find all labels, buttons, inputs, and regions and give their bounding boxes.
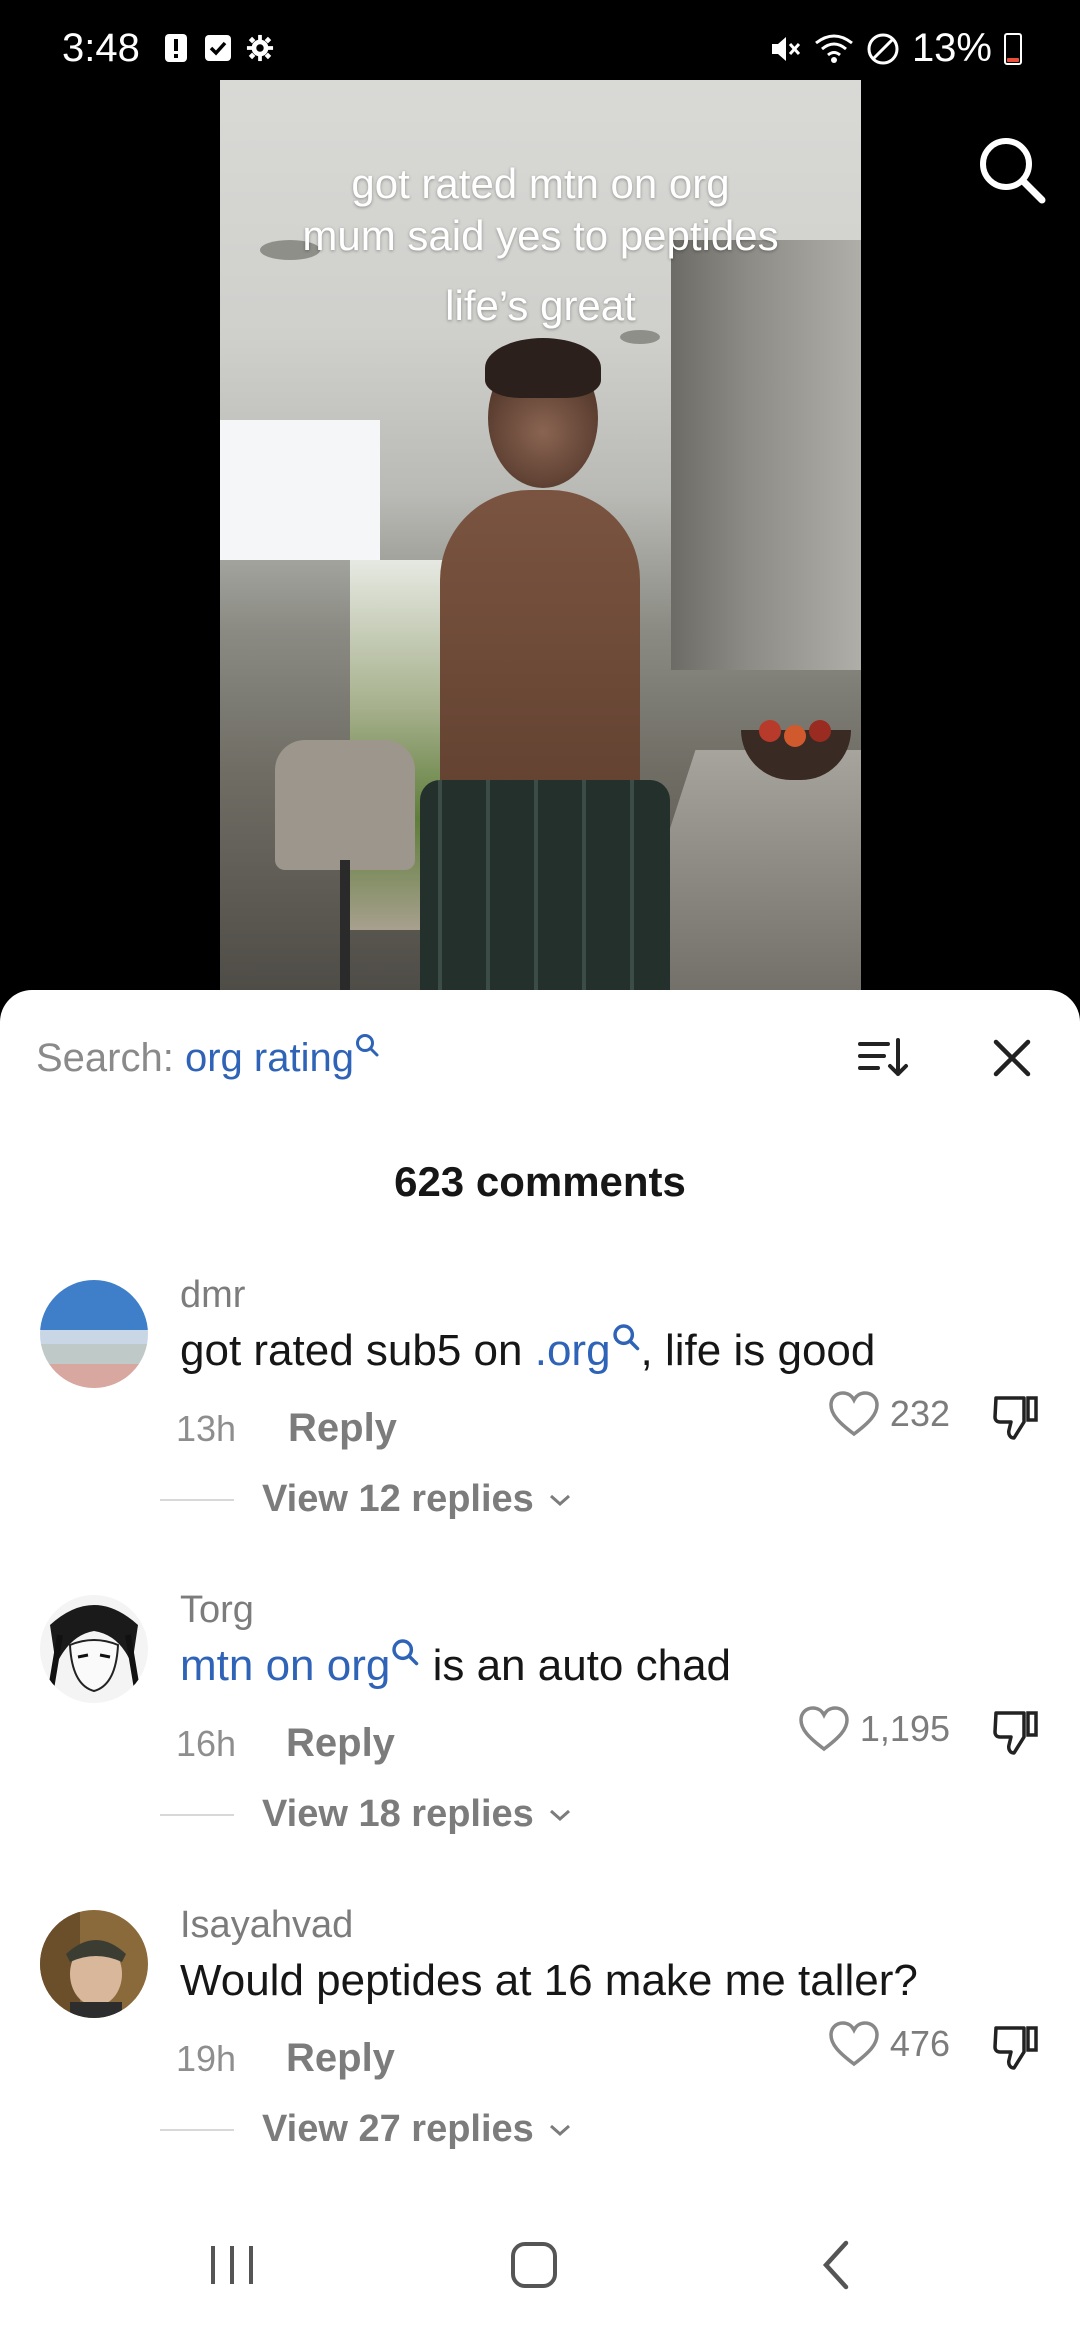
reply-button[interactable]: Reply <box>288 1406 397 1451</box>
chair <box>275 740 415 870</box>
comment-text-after: is an auto chad <box>420 1641 732 1690</box>
dislike-icon <box>993 1711 1038 1755</box>
like-button[interactable]: 476 <box>828 2020 950 2068</box>
chevron-down-icon <box>549 2124 570 2136</box>
status-right: 13% <box>768 26 1022 71</box>
comments-header: Search: org rating <box>36 1028 1044 1088</box>
avatar[interactable] <box>40 1280 148 1388</box>
status-left-icons <box>162 32 274 64</box>
view-replies-button[interactable]: View 12 replies <box>160 1478 572 1521</box>
comments-sheet: Search: org rating 623 comments dmr got … <box>0 990 1080 2340</box>
fruit <box>809 720 831 742</box>
view-replies-label: View 12 replies <box>262 1478 534 1520</box>
dislike-button[interactable] <box>990 1392 1042 1444</box>
comment-time: 13h <box>176 1408 237 1449</box>
settings-gear-icon <box>246 32 274 64</box>
view-replies-label: View 27 replies <box>262 2108 534 2150</box>
replies-divider <box>160 1498 234 1501</box>
chevron-down-icon <box>549 1494 570 1506</box>
back-icon <box>822 2240 849 2290</box>
status-time: 3:48 <box>62 26 140 70</box>
battery-percent: 13% <box>911 26 992 70</box>
comment-count: 623 comments <box>394 1158 686 1205</box>
mute-icon <box>771 36 801 61</box>
comment-text: mtn on org is an auto chad <box>180 1639 732 1691</box>
view-replies-button[interactable]: View 18 replies <box>160 1793 572 1836</box>
heart-icon <box>799 1706 849 1752</box>
home-button[interactable] <box>494 2230 574 2300</box>
caption-line: mum said yes to peptides <box>302 212 779 259</box>
chair-leg <box>340 860 350 1000</box>
search-suggestion[interactable]: Search: org rating <box>36 1034 380 1081</box>
chevron-down-icon <box>549 1809 570 1821</box>
close-button[interactable] <box>984 1030 1040 1086</box>
alert-icon <box>162 32 190 64</box>
dislike-icon <box>993 1396 1038 1440</box>
sort-icon <box>858 1038 908 1076</box>
search-label: Search: <box>36 1036 185 1080</box>
home-icon <box>511 2242 557 2288</box>
search-small-icon <box>392 1639 419 1666</box>
comment-time: 19h <box>176 2038 237 2079</box>
recent-apps-icon <box>211 2246 253 2284</box>
search-small-icon <box>612 1324 639 1351</box>
comment-item[interactable]: Torg mtn on org is an auto chad 16h Repl… <box>0 1565 1080 1865</box>
comment-time: 16h <box>176 1723 237 1764</box>
like-count: 1,195 <box>859 1708 950 1749</box>
person-hair <box>485 338 601 398</box>
sort-button[interactable] <box>852 1028 912 1088</box>
avatar[interactable] <box>40 1595 148 1703</box>
comment-text-before: got rated sub5 on <box>180 1326 535 1375</box>
comment-item[interactable]: dmr got rated sub5 on .org , life is good… <box>0 1250 1080 1550</box>
search-icon <box>980 138 1046 204</box>
heart-icon <box>829 2021 879 2067</box>
wifi-icon <box>815 34 853 63</box>
checkbox-icon <box>204 32 232 64</box>
back-button[interactable] <box>796 2230 876 2300</box>
recent-apps-button[interactable] <box>192 2230 272 2300</box>
comment-username[interactable]: Torg <box>180 1589 254 1632</box>
replies-divider <box>160 2128 234 2131</box>
comment-search-link[interactable]: .org <box>535 1326 611 1375</box>
like-count: 476 <box>889 2023 950 2064</box>
like-button[interactable]: 232 <box>828 1390 950 1438</box>
video-player[interactable]: got rated mtn on org mum said yes to pep… <box>220 80 861 1000</box>
comment-text: Would peptides at 16 make me taller? <box>180 1956 918 2006</box>
view-replies-button[interactable]: View 27 replies <box>160 2108 572 2151</box>
window <box>220 420 380 560</box>
dislike-button[interactable] <box>990 2022 1042 2074</box>
like-count: 232 <box>889 1393 950 1434</box>
ceiling-light <box>620 330 660 344</box>
search-query[interactable]: org rating <box>185 1036 354 1080</box>
dislike-button[interactable] <box>990 1707 1042 1759</box>
search-small-icon <box>355 1034 379 1057</box>
view-replies-label: View 18 replies <box>262 1793 534 1835</box>
comment-username[interactable]: Isayahvad <box>180 1904 353 1947</box>
comment-text-before: Would peptides at 16 make me taller? <box>180 1956 918 2005</box>
reply-button[interactable]: Reply <box>286 2036 395 2081</box>
reply-button[interactable]: Reply <box>286 1721 395 1766</box>
comment-text: got rated sub5 on .org , life is good <box>180 1324 876 1376</box>
caption-line: life’s great <box>445 282 636 329</box>
comment-username[interactable]: dmr <box>180 1274 245 1317</box>
battery-icon <box>1004 32 1022 65</box>
replies-divider <box>160 1813 234 1816</box>
system-nav-bar <box>0 2190 1080 2340</box>
caption-line: got rated mtn on org <box>351 160 730 207</box>
avatar[interactable] <box>40 1910 148 2018</box>
search-button[interactable] <box>974 132 1050 208</box>
do-not-disturb-icon <box>867 33 899 64</box>
comment-search-link[interactable]: mtn on org <box>180 1641 390 1690</box>
fruit <box>759 720 781 742</box>
close-icon <box>993 1039 1031 1077</box>
person-shorts <box>420 780 670 1000</box>
dislike-icon <box>993 2026 1038 2070</box>
video-caption: got rated mtn on org mum said yes to pep… <box>220 158 861 332</box>
heart-icon <box>829 1391 879 1437</box>
comment-item[interactable]: Isayahvad Would peptides at 16 make me t… <box>0 1880 1080 2180</box>
fruit <box>784 725 806 747</box>
comment-text-after: , life is good <box>640 1326 876 1375</box>
like-button[interactable]: 1,195 <box>798 1705 950 1753</box>
